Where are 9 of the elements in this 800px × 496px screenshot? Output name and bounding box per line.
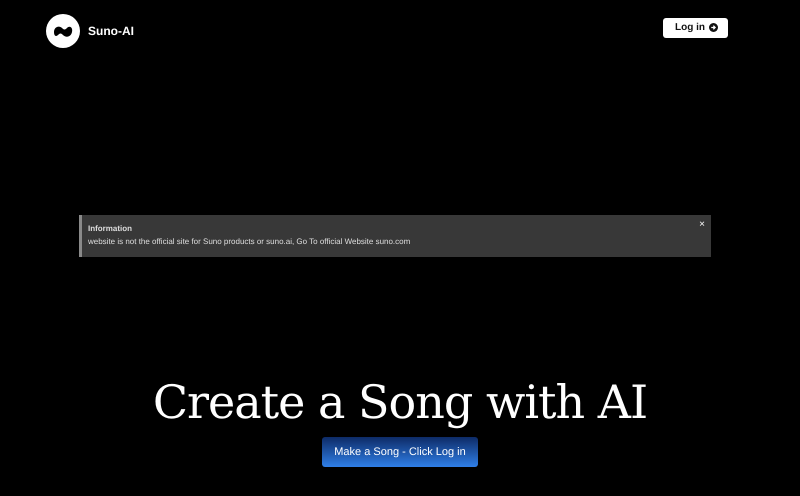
- close-button[interactable]: ×: [699, 220, 705, 230]
- alert-title: Information: [88, 223, 132, 235]
- hero-heading: Create a Song with AI: [152, 375, 648, 429]
- make-song-button[interactable]: Make a Song - Click Log in: [322, 437, 478, 467]
- arrow-circle-icon: [709, 23, 718, 32]
- brand-name: Suno-AI: [88, 24, 134, 38]
- alert-message: website is not the official site for Suno products or suno.ai, Go To official Website suno.com: [88, 236, 410, 248]
- logo-icon: [46, 14, 80, 48]
- login-button[interactable]: Log in: [663, 18, 728, 38]
